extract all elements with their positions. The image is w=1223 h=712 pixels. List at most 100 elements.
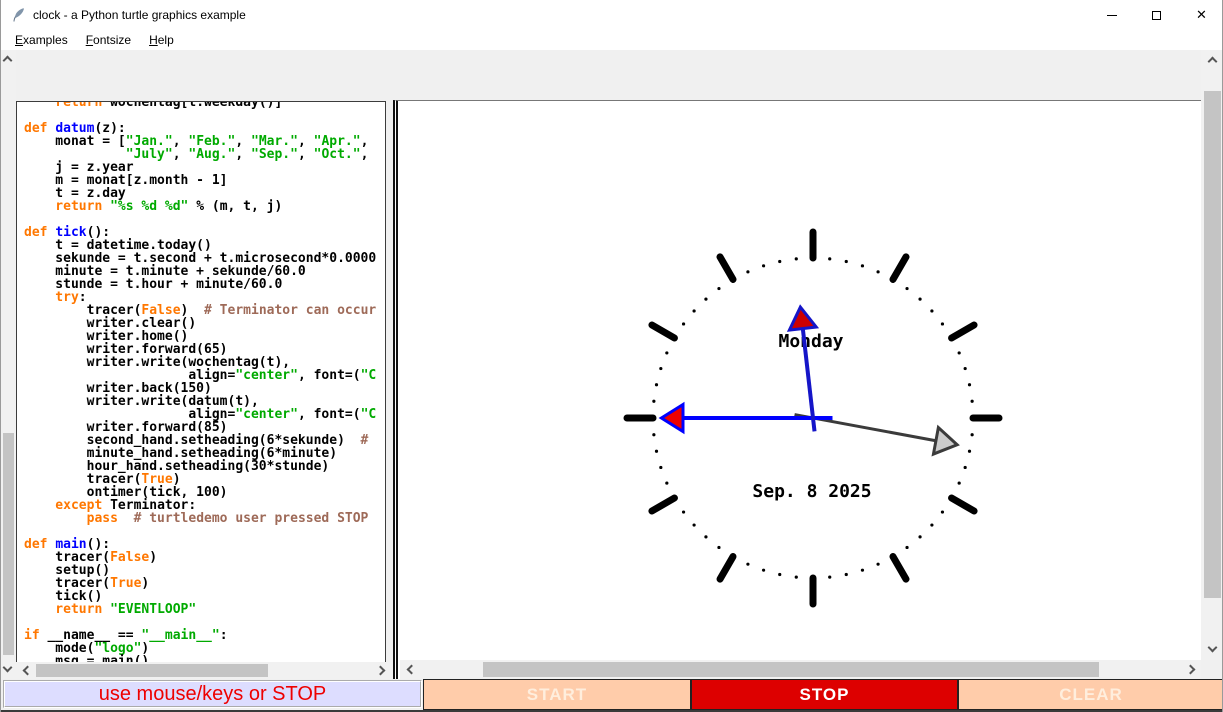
start-button[interactable]: START: [423, 679, 691, 710]
clock-hour-mark: [652, 498, 675, 511]
clock-minute-dot: [682, 510, 685, 513]
turtle-canvas: Monday Sep. 8 2025: [393, 100, 1201, 711]
clock-minute-dot: [861, 569, 864, 572]
clock-minute-dot: [941, 510, 944, 513]
canvas-vscrollbar-thumb[interactable]: [1204, 91, 1221, 598]
editor-vscrollbar[interactable]: [1, 50, 16, 679]
clock-minute-dot: [746, 270, 749, 273]
maximize-button[interactable]: [1134, 0, 1179, 30]
clock-minute-dot: [659, 367, 662, 370]
clock-minute-dot: [905, 546, 908, 549]
scroll-down-icon[interactable]: [1208, 643, 1218, 653]
clock-hour-mark: [952, 325, 975, 338]
scroll-left-icon[interactable]: [407, 665, 417, 675]
canvas-hscrollbar[interactable]: [400, 660, 1201, 679]
clock-minute-dot: [762, 264, 765, 267]
code-line: return "EVENTLOOP": [24, 603, 385, 616]
clock-minute-dot: [930, 309, 933, 312]
scroll-right-icon[interactable]: [1186, 665, 1196, 675]
close-button[interactable]: ✕: [1179, 0, 1223, 30]
code-editor[interactable]: return wochentag[t.weekday()] def datum(…: [16, 101, 386, 712]
clear-button[interactable]: CLEAR: [958, 679, 1223, 710]
clock-minute-dot: [964, 466, 967, 469]
clock-minute-dot: [941, 322, 944, 325]
workspace: return wochentag[t.weekday()] def datum(…: [1, 50, 1223, 679]
clock-minute-dot: [918, 297, 921, 300]
clock-minute-dot: [746, 563, 749, 566]
hour-hand-arrowhead: [789, 307, 816, 330]
menu-bar: ExamplesFontsizeHelp: [1, 30, 1223, 50]
minimize-icon: [1107, 15, 1117, 16]
scroll-left-icon[interactable]: [23, 666, 33, 676]
clock-hour-mark: [720, 557, 733, 580]
clock-minute-dot: [876, 563, 879, 566]
clock-minute-dot: [717, 287, 720, 290]
clock-minute-dot: [692, 523, 695, 526]
clock-hour-mark: [652, 325, 675, 338]
clock-minute-dot: [665, 351, 668, 354]
clock-svg: Monday Sep. 8 2025: [398, 101, 1200, 711]
scroll-up-icon[interactable]: [3, 56, 13, 66]
clock-minute-dot: [704, 297, 707, 300]
clock-minute-dot: [968, 383, 971, 386]
second-hand-arrowhead: [933, 428, 957, 455]
editor-hscrollbar[interactable]: [16, 662, 393, 679]
clock-minute-dot: [958, 481, 961, 484]
clock-minute-dot: [845, 260, 848, 263]
clock-minute-dot: [968, 450, 971, 453]
close-icon: ✕: [1196, 8, 1207, 23]
clock-minute-dot: [762, 569, 765, 572]
clock-minute-dot: [964, 367, 967, 370]
clock-hour-mark: [720, 257, 733, 280]
python-feather-icon: [11, 7, 27, 23]
clock-minute-dot: [905, 287, 908, 290]
scroll-up-icon[interactable]: [1208, 57, 1218, 67]
editor-vscrollbar-thumb[interactable]: [3, 433, 14, 655]
clock-minute-dot: [861, 264, 864, 267]
clock-minute-dot: [682, 322, 685, 325]
clock-minute-dot: [876, 270, 879, 273]
clock-minute-dot: [958, 351, 961, 354]
code-line: return wochentag[t.weekday()]: [24, 101, 385, 109]
stop-button[interactable]: STOP: [691, 679, 958, 710]
menu-item-help[interactable]: Help: [140, 31, 183, 49]
canvas-vscrollbar[interactable]: [1201, 50, 1223, 660]
canvas-hscrollbar-thumb[interactable]: [483, 662, 1099, 677]
minute-hand-arrowhead: [661, 405, 683, 432]
clock-minute-dot: [828, 576, 831, 579]
clock-minute-dot: [845, 573, 848, 576]
clock-minute-dot: [655, 450, 658, 453]
status-label: use mouse/keys or STOP: [3, 680, 422, 708]
maximize-icon: [1152, 11, 1161, 20]
clock-date-label: Sep. 8 2025: [752, 481, 871, 502]
menu-item-fontsize[interactable]: Fontsize: [77, 31, 140, 49]
clock-hour-mark: [893, 557, 906, 580]
status-bar: use mouse/keys or STOP STARTSTOPCLEAR: [1, 679, 1223, 710]
minimize-button[interactable]: [1089, 0, 1134, 30]
clock-day-label: Monday: [778, 331, 843, 352]
clock-minute-dot: [971, 433, 974, 436]
status-message: use mouse/keys or STOP: [99, 683, 327, 706]
menu-item-examples[interactable]: Examples: [6, 31, 77, 49]
clock-minute-dot: [655, 383, 658, 386]
clock-minute-dot: [665, 481, 668, 484]
scroll-down-icon[interactable]: [3, 663, 13, 673]
clock-minute-dot: [795, 576, 798, 579]
clock-hour-mark: [893, 257, 906, 280]
turtledemo-window: clock - a Python turtle graphics example…: [0, 0, 1223, 712]
window-title: clock - a Python turtle graphics example: [33, 8, 246, 22]
clock-minute-dot: [930, 523, 933, 526]
clock-minute-dot: [828, 257, 831, 260]
clock-minute-dot: [717, 546, 720, 549]
clock-minute-dot: [795, 257, 798, 260]
code-line: pass # turtledemo user pressed STOP: [24, 512, 385, 525]
clock-minute-dot: [692, 309, 695, 312]
clock-minute-dot: [778, 573, 781, 576]
editor-hscrollbar-thumb[interactable]: [36, 664, 268, 677]
clock-minute-dot: [659, 466, 662, 469]
clock-minute-dot: [778, 260, 781, 263]
scroll-right-icon[interactable]: [376, 666, 386, 676]
code-line: return "%s %d %d" % (m, t, j): [24, 200, 385, 213]
code-content: return wochentag[t.weekday()] def datum(…: [17, 101, 385, 694]
title-bar: clock - a Python turtle graphics example…: [1, 0, 1223, 30]
